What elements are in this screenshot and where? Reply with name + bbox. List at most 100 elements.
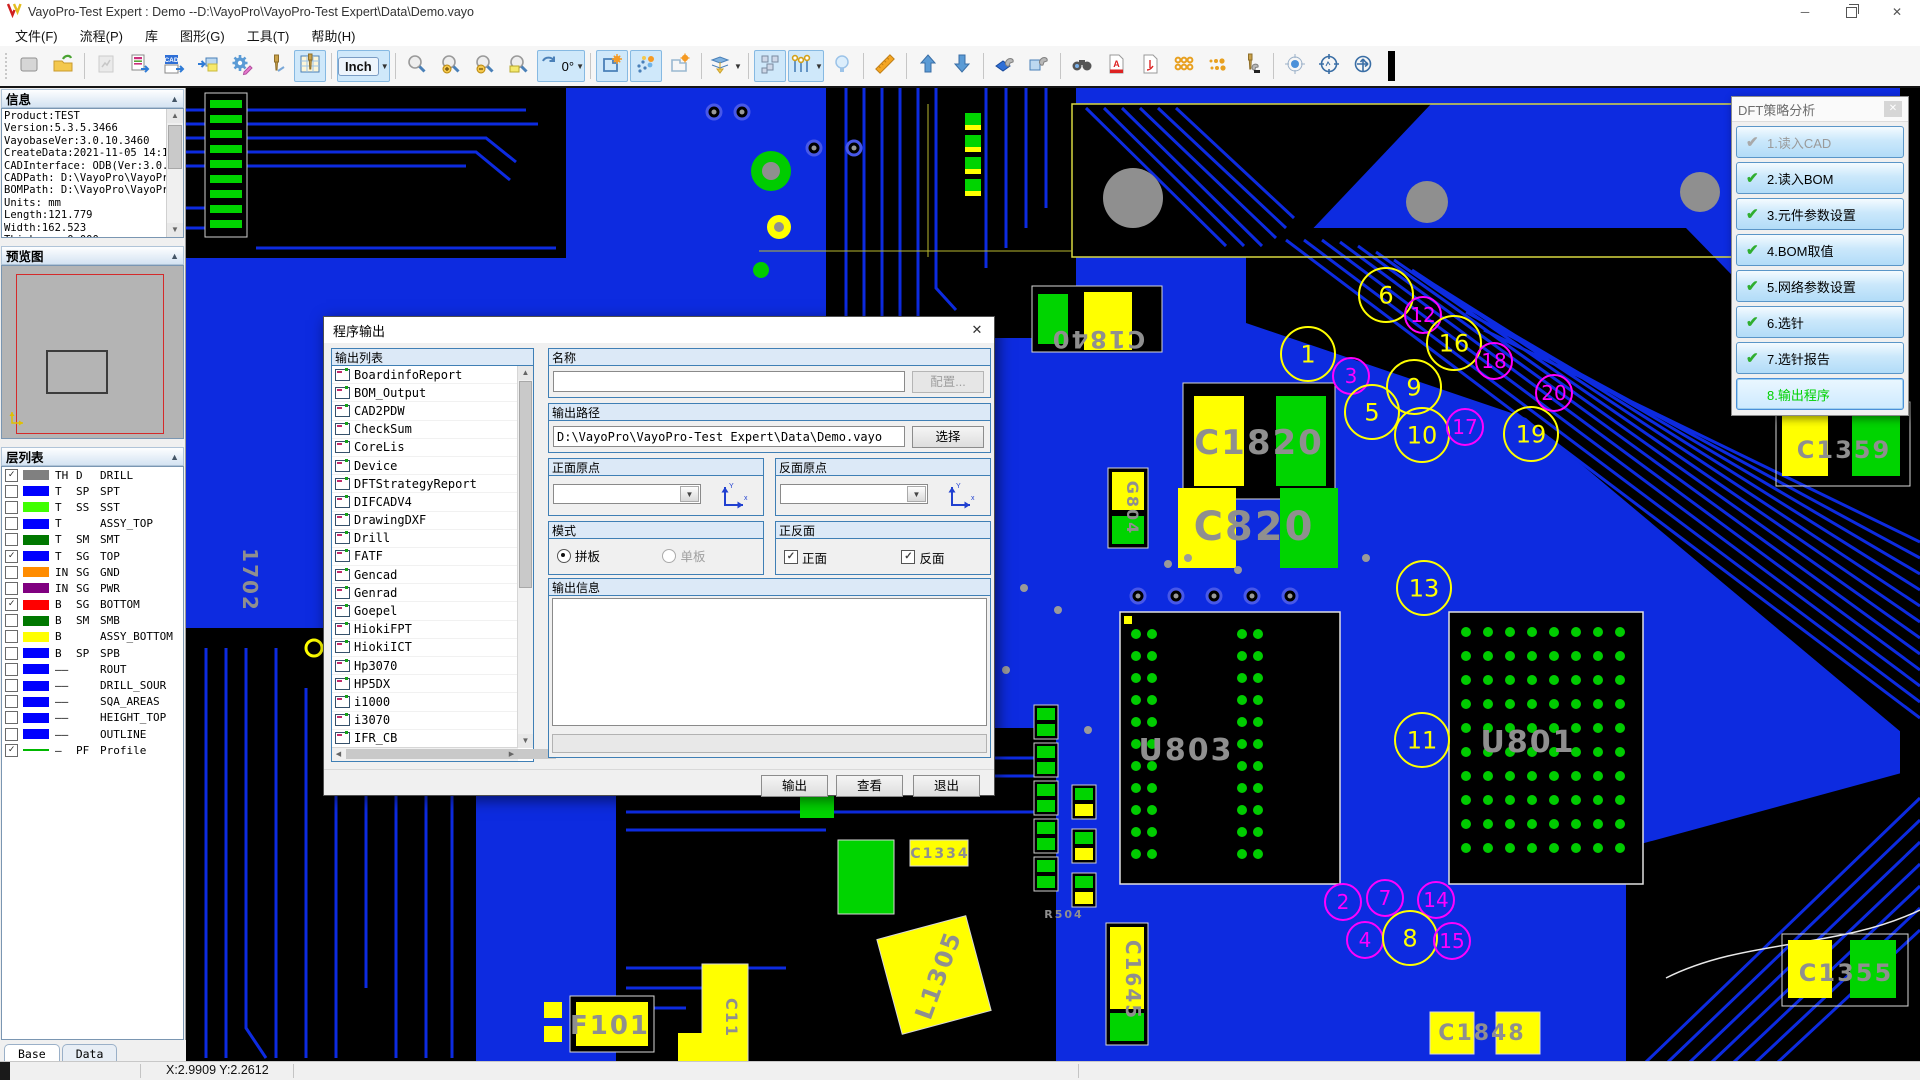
output-format-item[interactable]: CheckSum (332, 421, 518, 439)
chevron-down-icon[interactable]: ▼ (381, 62, 389, 71)
output-format-item[interactable]: IFR_CB (332, 730, 518, 748)
output-path-input[interactable]: D:\VayoPro\VayoPro-Test Expert\Data\Demo… (553, 426, 905, 447)
dft-step-1-button[interactable]: ✔1.读入CAD (1736, 126, 1904, 158)
layer-row-drill_sour[interactable]: ——DRILL_SOUR (2, 677, 183, 693)
rotate-button[interactable]: 0°▼ (537, 50, 585, 82)
scroll-down-icon[interactable]: ▼ (518, 734, 533, 748)
single-mode-radio[interactable]: 单板 (662, 546, 705, 565)
layer-row-outline[interactable]: ——OUTLINE (2, 726, 183, 742)
collapse-icon[interactable]: ▲ (170, 452, 179, 462)
layer-row-sqa_areas[interactable]: ——SQA_AREAS (2, 694, 183, 710)
layer-visibility-checkbox[interactable] (5, 728, 18, 741)
layer-visibility-checkbox[interactable] (5, 647, 18, 660)
select-rects-button[interactable] (754, 50, 786, 82)
layer-visibility-checkbox[interactable] (5, 582, 18, 595)
config-button[interactable]: 配置... (912, 371, 984, 393)
output-format-item[interactable]: Drill (332, 530, 518, 548)
board-sun-button[interactable] (596, 50, 628, 82)
layer-row-smb[interactable]: BSMSMB (2, 613, 183, 629)
scroll-left-icon[interactable]: ◀ (332, 748, 345, 761)
tool-board-button[interactable] (989, 50, 1021, 82)
target-arrow-button[interactable] (1347, 50, 1379, 82)
scroll-thumb[interactable] (168, 125, 182, 169)
pdf-button[interactable]: A (1100, 50, 1132, 82)
output-format-item[interactable]: HiokiICT (332, 639, 518, 657)
panel-merge-button[interactable] (192, 50, 224, 82)
scroll-up-icon[interactable]: ▲ (518, 366, 533, 380)
dialog-title-bar[interactable]: 程序输出 ✕ (324, 317, 994, 343)
tool-board2-button[interactable] (1023, 50, 1055, 82)
scroll-down-icon[interactable]: ▼ (167, 223, 183, 237)
minimize-icon[interactable]: ─ (1782, 0, 1828, 24)
circles-grid-button[interactable] (1168, 50, 1200, 82)
layer-visibility-checkbox[interactable] (5, 630, 18, 643)
target-dot-button[interactable] (1279, 50, 1311, 82)
bulb-button[interactable] (826, 50, 858, 82)
view-button[interactable]: 查看 (836, 775, 903, 797)
layer-row-profile[interactable]: ✓—PFProfile (2, 742, 183, 758)
preview-panel[interactable] (1, 265, 184, 439)
report-button[interactable] (90, 50, 122, 82)
layer-row-drill[interactable]: ✓THDDRILL (2, 467, 183, 483)
toolbar-drag-handle[interactable] (4, 52, 9, 80)
info-scrollbar[interactable]: ▲ ▼ (166, 109, 183, 237)
output-format-item[interactable]: Genrad (332, 584, 518, 602)
dft-step-2-button[interactable]: ✔2.读入BOM (1736, 162, 1904, 194)
layer-visibility-checkbox[interactable] (5, 501, 18, 514)
exit-button[interactable]: 退出 (913, 775, 980, 797)
menu-item-1[interactable]: 流程(P) (69, 24, 134, 47)
scroll-thumb[interactable] (346, 749, 556, 759)
output-format-item[interactable]: BOM_Output (332, 384, 518, 402)
output-format-item[interactable]: Device (332, 457, 518, 475)
open-button[interactable] (47, 50, 79, 82)
layer-visibility-checkbox[interactable] (5, 679, 18, 692)
outline-sun-button[interactable] (664, 50, 696, 82)
back-side-checkbox[interactable]: ✓反面 (901, 548, 944, 567)
panel-mode-radio[interactable]: 拼板 (557, 546, 600, 565)
output-format-item[interactable]: Gencad (332, 566, 518, 584)
scroll-up-icon[interactable]: ▲ (167, 109, 183, 123)
layer-visibility-checkbox[interactable]: ✓ (5, 550, 18, 563)
output-format-item[interactable]: DFTStrategyReport (332, 475, 518, 493)
gear-pencil-button[interactable] (226, 50, 258, 82)
zoom-window-button[interactable] (503, 50, 535, 82)
dots-sun-button[interactable] (630, 50, 662, 82)
zoom-button[interactable] (401, 50, 433, 82)
output-format-item[interactable]: Hp3070 (332, 657, 518, 675)
output-info-textarea[interactable] (552, 598, 987, 726)
output-format-item[interactable]: DIFCADV4 (332, 493, 518, 511)
info-section-header[interactable]: 信息 ▲ (1, 89, 184, 108)
output-format-item[interactable]: CAD2PDW (332, 402, 518, 420)
chevron-down-icon[interactable]: ▼ (680, 486, 699, 502)
output-format-item[interactable]: i1000 (332, 693, 518, 711)
probe-button[interactable] (260, 50, 292, 82)
probe-grid-button[interactable] (294, 50, 326, 82)
layer-visibility-checkbox[interactable]: ✓ (5, 469, 18, 482)
output-format-item[interactable]: FATF (332, 548, 518, 566)
chevron-down-icon[interactable]: ▼ (576, 62, 584, 71)
layers-section-header[interactable]: 层列表 ▲ (1, 447, 184, 466)
dft-step-7-button[interactable]: ✔7.选针报告 (1736, 342, 1904, 374)
scroll-thumb[interactable] (519, 381, 532, 588)
chevron-down-icon[interactable]: ▼ (734, 62, 742, 71)
output-format-item[interactable]: DrawingDXF (332, 512, 518, 530)
cad-bom-button[interactable]: CAD (158, 50, 190, 82)
bom-export-button[interactable] (124, 50, 156, 82)
dft-step-4-button[interactable]: ✔4.BOM取值 (1736, 234, 1904, 266)
layer-visibility-checkbox[interactable]: ✓ (5, 598, 18, 611)
ruler-button[interactable] (869, 50, 901, 82)
dialog-close-icon[interactable]: ✕ (960, 322, 994, 338)
menu-item-2[interactable]: 库 (134, 24, 169, 47)
pdf2-button[interactable] (1134, 50, 1166, 82)
layer-row-gnd[interactable]: INSGGND (2, 564, 183, 580)
dft-step-8-button[interactable]: 8.输出程序 (1736, 378, 1904, 410)
restore-icon[interactable] (1828, 0, 1874, 24)
list-horizontal-scrollbar[interactable]: ◀ ▶ (332, 747, 518, 761)
arrow-down-button[interactable] (946, 50, 978, 82)
zoom-out-button[interactable] (469, 50, 501, 82)
unit-inch-button[interactable]: Inch▼ (337, 50, 390, 82)
tab-data[interactable]: Data (62, 1044, 118, 1062)
output-format-item[interactable]: HP5DX (332, 675, 518, 693)
menu-item-0[interactable]: 文件(F) (4, 24, 69, 47)
chevron-down-icon[interactable]: ▼ (815, 62, 823, 71)
